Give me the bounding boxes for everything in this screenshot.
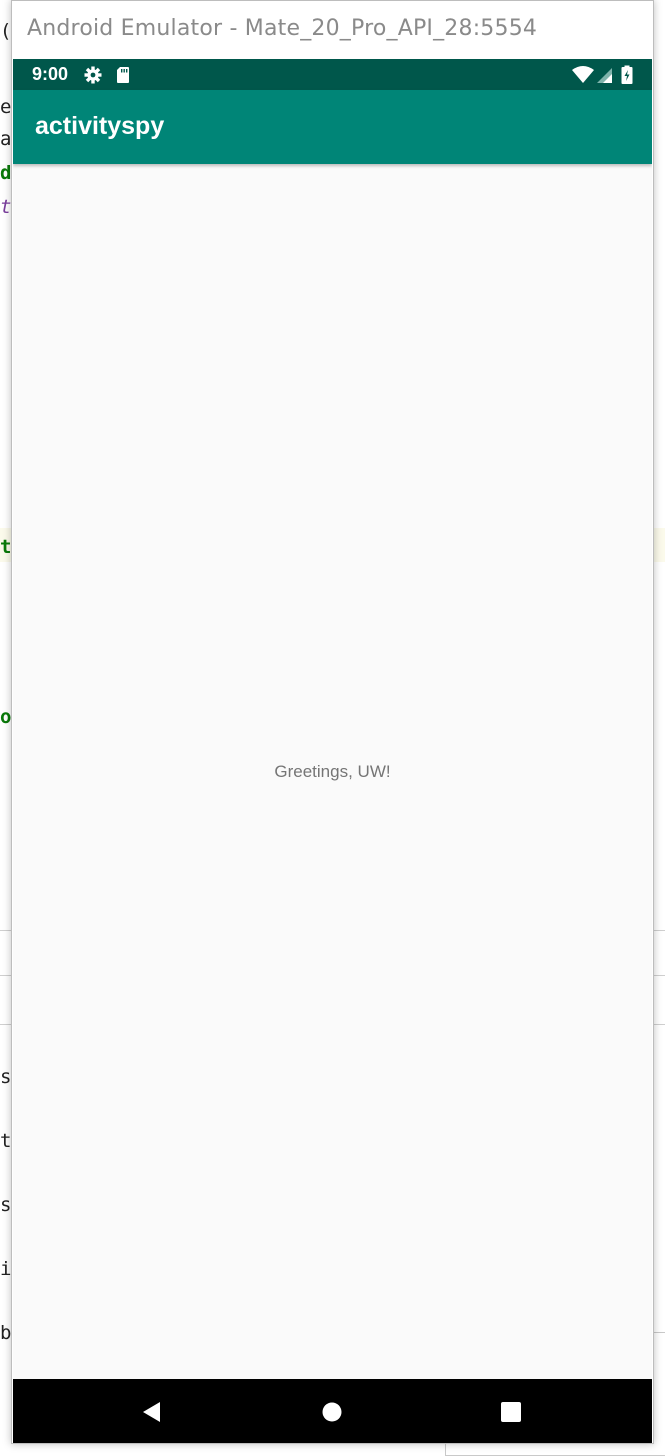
emulator-window-title: Android Emulator - Mate_20_Pro_API_28:55… [27,16,538,41]
navigation-bar [13,1379,652,1443]
battery-icon [620,65,634,85]
ide-code-fragment: s [0,1066,12,1088]
status-time: 9:00 [32,64,69,84]
ide-code-fragment: a [0,128,12,150]
signal-icon [596,65,614,85]
emulator-window: Android Emulator - Mate_20_Pro_API_28:55… [11,0,654,1444]
device-screen[interactable]: 9:00 activityspy Greetings, UW! [13,59,652,1443]
ide-code-fragment: t [0,196,12,218]
main-content: Greetings, UW! [13,164,652,1379]
app-title: activityspy [35,112,165,140]
greeting-text: Greetings, UW! [274,762,391,781]
status-bar: 9:00 [13,59,652,90]
ide-code-fragment: d [0,162,12,184]
ide-code-fragment: i [0,1258,12,1280]
home-icon[interactable] [319,1399,345,1425]
sd-card-icon [113,65,133,85]
ide-code-fragment: e [0,96,12,118]
ide-code-fragment: b [0,1322,12,1344]
ide-code-fragment: s [0,1194,12,1216]
back-icon[interactable] [139,1399,165,1425]
settings-icon [83,65,103,85]
overview-icon[interactable] [498,1399,524,1425]
ide-code-fragment: ( [0,20,12,42]
ide-code-fragment: t [0,536,12,558]
ide-code-fragment: o [0,706,12,728]
app-bar: activityspy [13,90,652,164]
wifi-icon [571,65,595,85]
ide-code-fragment: t [0,1130,12,1152]
emulator-title-bar[interactable]: Android Emulator - Mate_20_Pro_API_28:55… [12,1,653,59]
